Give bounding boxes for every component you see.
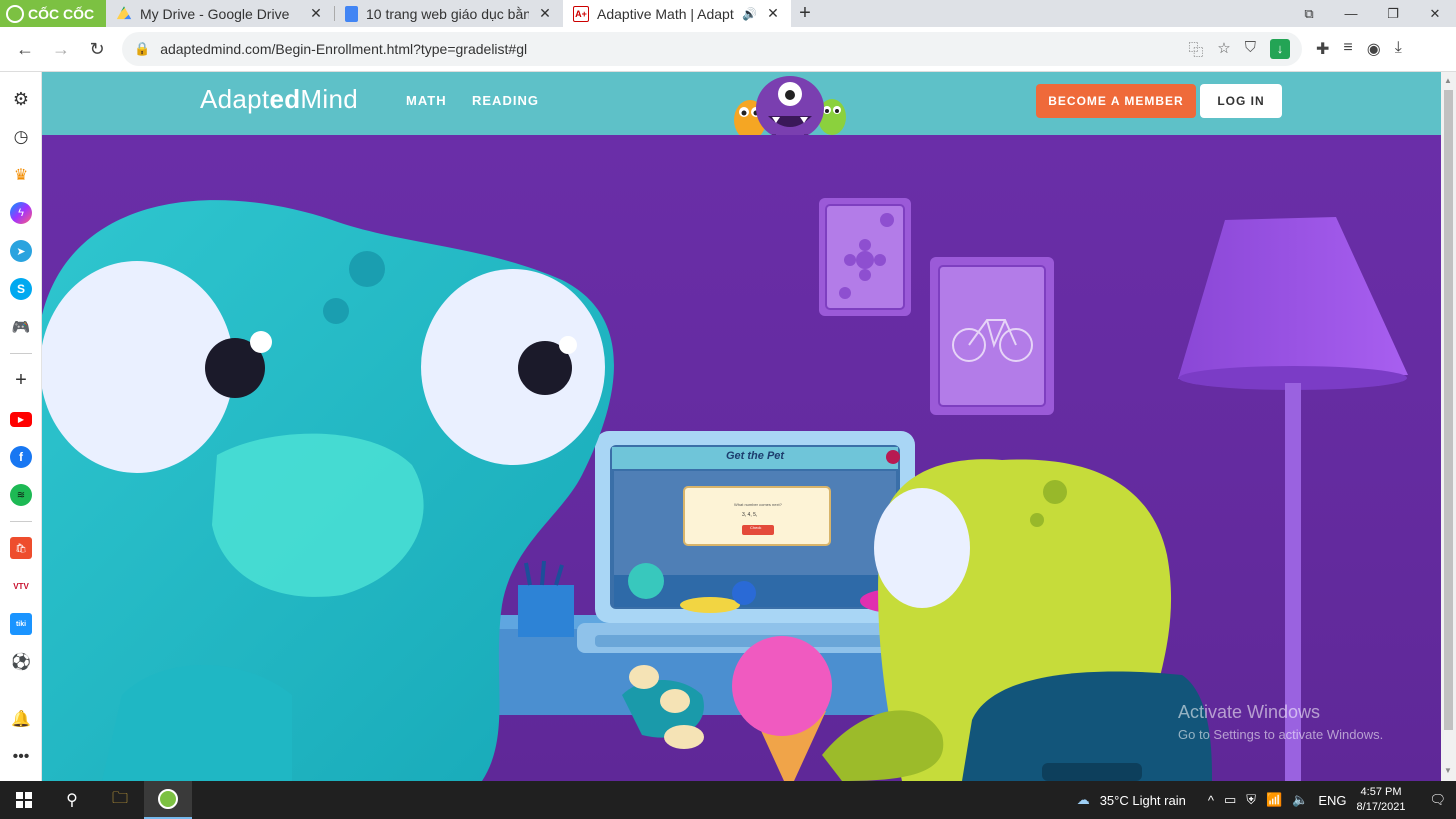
minimize-button[interactable]: —	[1330, 0, 1372, 27]
scroll-up-arrow-icon[interactable]: ▲	[1444, 76, 1452, 85]
watermark-subtitle: Go to Settings to activate Windows.	[1178, 727, 1384, 742]
scroll-down-arrow-icon[interactable]: ▼	[1444, 766, 1452, 775]
activate-windows-watermark: Activate Windows Go to Settings to activ…	[1178, 702, 1383, 742]
game-title: Get the Pet	[726, 450, 785, 462]
notifications-icon[interactable]: 🗨	[1429, 792, 1446, 808]
security-shield-icon[interactable]: ⛨	[1246, 792, 1256, 808]
spotify-icon[interactable]: ≋	[10, 484, 32, 506]
windows-taskbar: ⚲ 🗀 ☁ 35°C Light rain ^ ▭ ⛨ 📶 🔈 ENG 4:57…	[0, 781, 1456, 819]
download-savior-icon[interactable]: ↓	[1270, 38, 1290, 59]
adaptedmind-favicon-icon: A+	[573, 5, 589, 22]
file-explorer-icon[interactable]: 🗀	[96, 781, 144, 819]
close-window-button[interactable]: ✕	[1414, 0, 1456, 27]
web-content: AdaptedMind MATH READING BECOME A MEMBER…	[42, 72, 1441, 781]
shopee-icon[interactable]: 🛍	[10, 537, 32, 559]
more-options-icon[interactable]: •••	[10, 746, 32, 768]
coccoc-taskbar-icon[interactable]	[144, 781, 192, 819]
google-drive-icon	[116, 6, 132, 20]
tab-strip: CỐC CỐC My Drive - Google Drive ✕ 10 tra…	[0, 0, 1456, 27]
back-button[interactable]: ←	[8, 32, 42, 66]
tab-google-docs[interactable]: 10 trang web giáo dục bằng ✕	[335, 0, 563, 27]
battery-icon[interactable]: ▭	[1224, 792, 1236, 808]
tab-search-icon[interactable]: ⧉	[1288, 0, 1330, 27]
coccoc-menu-button[interactable]: CỐC CỐC	[0, 0, 106, 27]
sidebar-divider	[10, 521, 32, 522]
forward-button[interactable]: →	[44, 32, 78, 66]
browser-sidebar: ⚙ ◷ ♛ ϟ ➤ S 🎮 + ▶ f ≋ 🛍 VTV tiki ⚽ 🔔 •••	[0, 72, 42, 781]
bookmark-star-icon[interactable]: ☆	[1217, 39, 1230, 60]
wifi-icon[interactable]: 📶	[1266, 792, 1282, 808]
messenger-icon[interactable]: ϟ	[10, 202, 32, 224]
address-bar[interactable]: 🔒 adaptedmind.com/Begin-Enrollment.html?…	[122, 32, 1302, 66]
weather-cloud-icon[interactable]: ☁	[1077, 792, 1090, 808]
url-text[interactable]: adaptedmind.com/Begin-Enrollment.html?ty…	[160, 41, 1178, 57]
sidebar-divider	[10, 353, 32, 354]
youtube-icon[interactable]: ▶	[10, 412, 32, 427]
clock-date: 8/17/2021	[1356, 801, 1406, 813]
weather-text[interactable]: 35°C Light rain	[1100, 793, 1186, 808]
window-controls: ⧉ — ❐ ✕	[1288, 0, 1456, 27]
audio-icon[interactable]: 🔊	[742, 7, 757, 21]
add-app-icon[interactable]: +	[10, 369, 32, 391]
tab-close-icon[interactable]: ✕	[537, 5, 553, 22]
login-button[interactable]: LOG IN	[1200, 84, 1282, 118]
reload-button[interactable]: ↻	[80, 32, 114, 66]
adaptedmind-logo[interactable]: AdaptedMind	[200, 84, 358, 115]
telegram-icon[interactable]: ➤	[10, 240, 32, 262]
game-sequence: 3, 4, 5,	[742, 512, 758, 518]
language-indicator[interactable]: ENG	[1318, 793, 1346, 808]
game-check-button: Check	[750, 525, 762, 530]
translate-icon[interactable]: ⿻	[1188, 39, 1203, 60]
new-tab-button[interactable]: +	[791, 0, 819, 27]
downloads-icon[interactable]: ⤓	[1395, 39, 1402, 59]
clock[interactable]: 4:57 PM 8/17/2021	[1357, 785, 1406, 815]
clock-time: 4:57 PM	[1360, 786, 1402, 798]
soccer-ball-icon[interactable]: ⚽	[10, 651, 32, 673]
tab-title: 10 trang web giáo dục bằng	[366, 5, 529, 22]
vtv-go-icon[interactable]: VTV	[10, 575, 32, 597]
tab-title: Adaptive Math | Adapted	[597, 5, 734, 22]
notification-bell-icon[interactable]: 🔔	[10, 708, 32, 730]
coccoc-logo-icon	[6, 4, 24, 23]
tiki-icon[interactable]: tiki	[10, 613, 32, 635]
nav-reading[interactable]: READING	[472, 93, 539, 108]
shield-icon[interactable]: ⛉	[1245, 39, 1256, 60]
google-docs-icon	[345, 5, 358, 22]
page-scrollbar[interactable]: ▲ ▼	[1441, 72, 1456, 781]
tab-google-drive[interactable]: My Drive - Google Drive ✕	[106, 0, 334, 27]
lock-icon[interactable]: 🔒	[134, 41, 150, 57]
tray-chevron-up-icon[interactable]: ^	[1208, 793, 1214, 808]
game-controller-icon[interactable]: 🎮	[10, 316, 32, 338]
brand-label: CỐC CỐC	[28, 5, 95, 22]
skype-icon[interactable]: S	[10, 278, 32, 300]
game-question: What number comes next?	[734, 502, 782, 507]
browser-toolbar: ← → ↻ 🔒 adaptedmind.com/Begin-Enrollment…	[0, 27, 1456, 72]
watermark-title: Activate Windows	[1178, 702, 1321, 722]
volume-icon[interactable]: 🔈	[1292, 792, 1308, 808]
history-icon[interactable]: ◷	[10, 126, 32, 148]
tab-close-icon[interactable]: ✕	[765, 5, 781, 22]
windows-start-icon[interactable]	[0, 781, 48, 819]
crown-icon[interactable]: ♛	[10, 164, 32, 186]
settings-gear-icon[interactable]: ⚙	[10, 88, 32, 110]
facebook-icon[interactable]: f	[10, 446, 32, 468]
extensions-icon[interactable]: ✚	[1316, 39, 1329, 59]
screen: CỐC CỐC My Drive - Google Drive ✕ 10 tra…	[0, 0, 1456, 819]
system-tray: ☁ 35°C Light rain ^ ▭ ⛨ 📶 🔈 ENG 4:57 PM …	[1077, 785, 1456, 815]
scrollbar-thumb[interactable]	[1444, 90, 1453, 730]
nav-math[interactable]: MATH	[406, 93, 447, 108]
tab-adaptedmind[interactable]: A+ Adaptive Math | Adapted 🔊 ✕	[563, 0, 791, 27]
tab-title: My Drive - Google Drive	[140, 5, 290, 22]
restore-button[interactable]: ❐	[1372, 0, 1414, 27]
become-member-button[interactable]: BECOME A MEMBER	[1036, 84, 1196, 118]
reading-list-icon[interactable]: ≡	[1343, 39, 1352, 59]
tab-close-icon[interactable]: ✕	[308, 5, 324, 22]
search-icon[interactable]: ⚲	[48, 781, 96, 819]
profile-icon[interactable]: ◉	[1367, 39, 1381, 59]
